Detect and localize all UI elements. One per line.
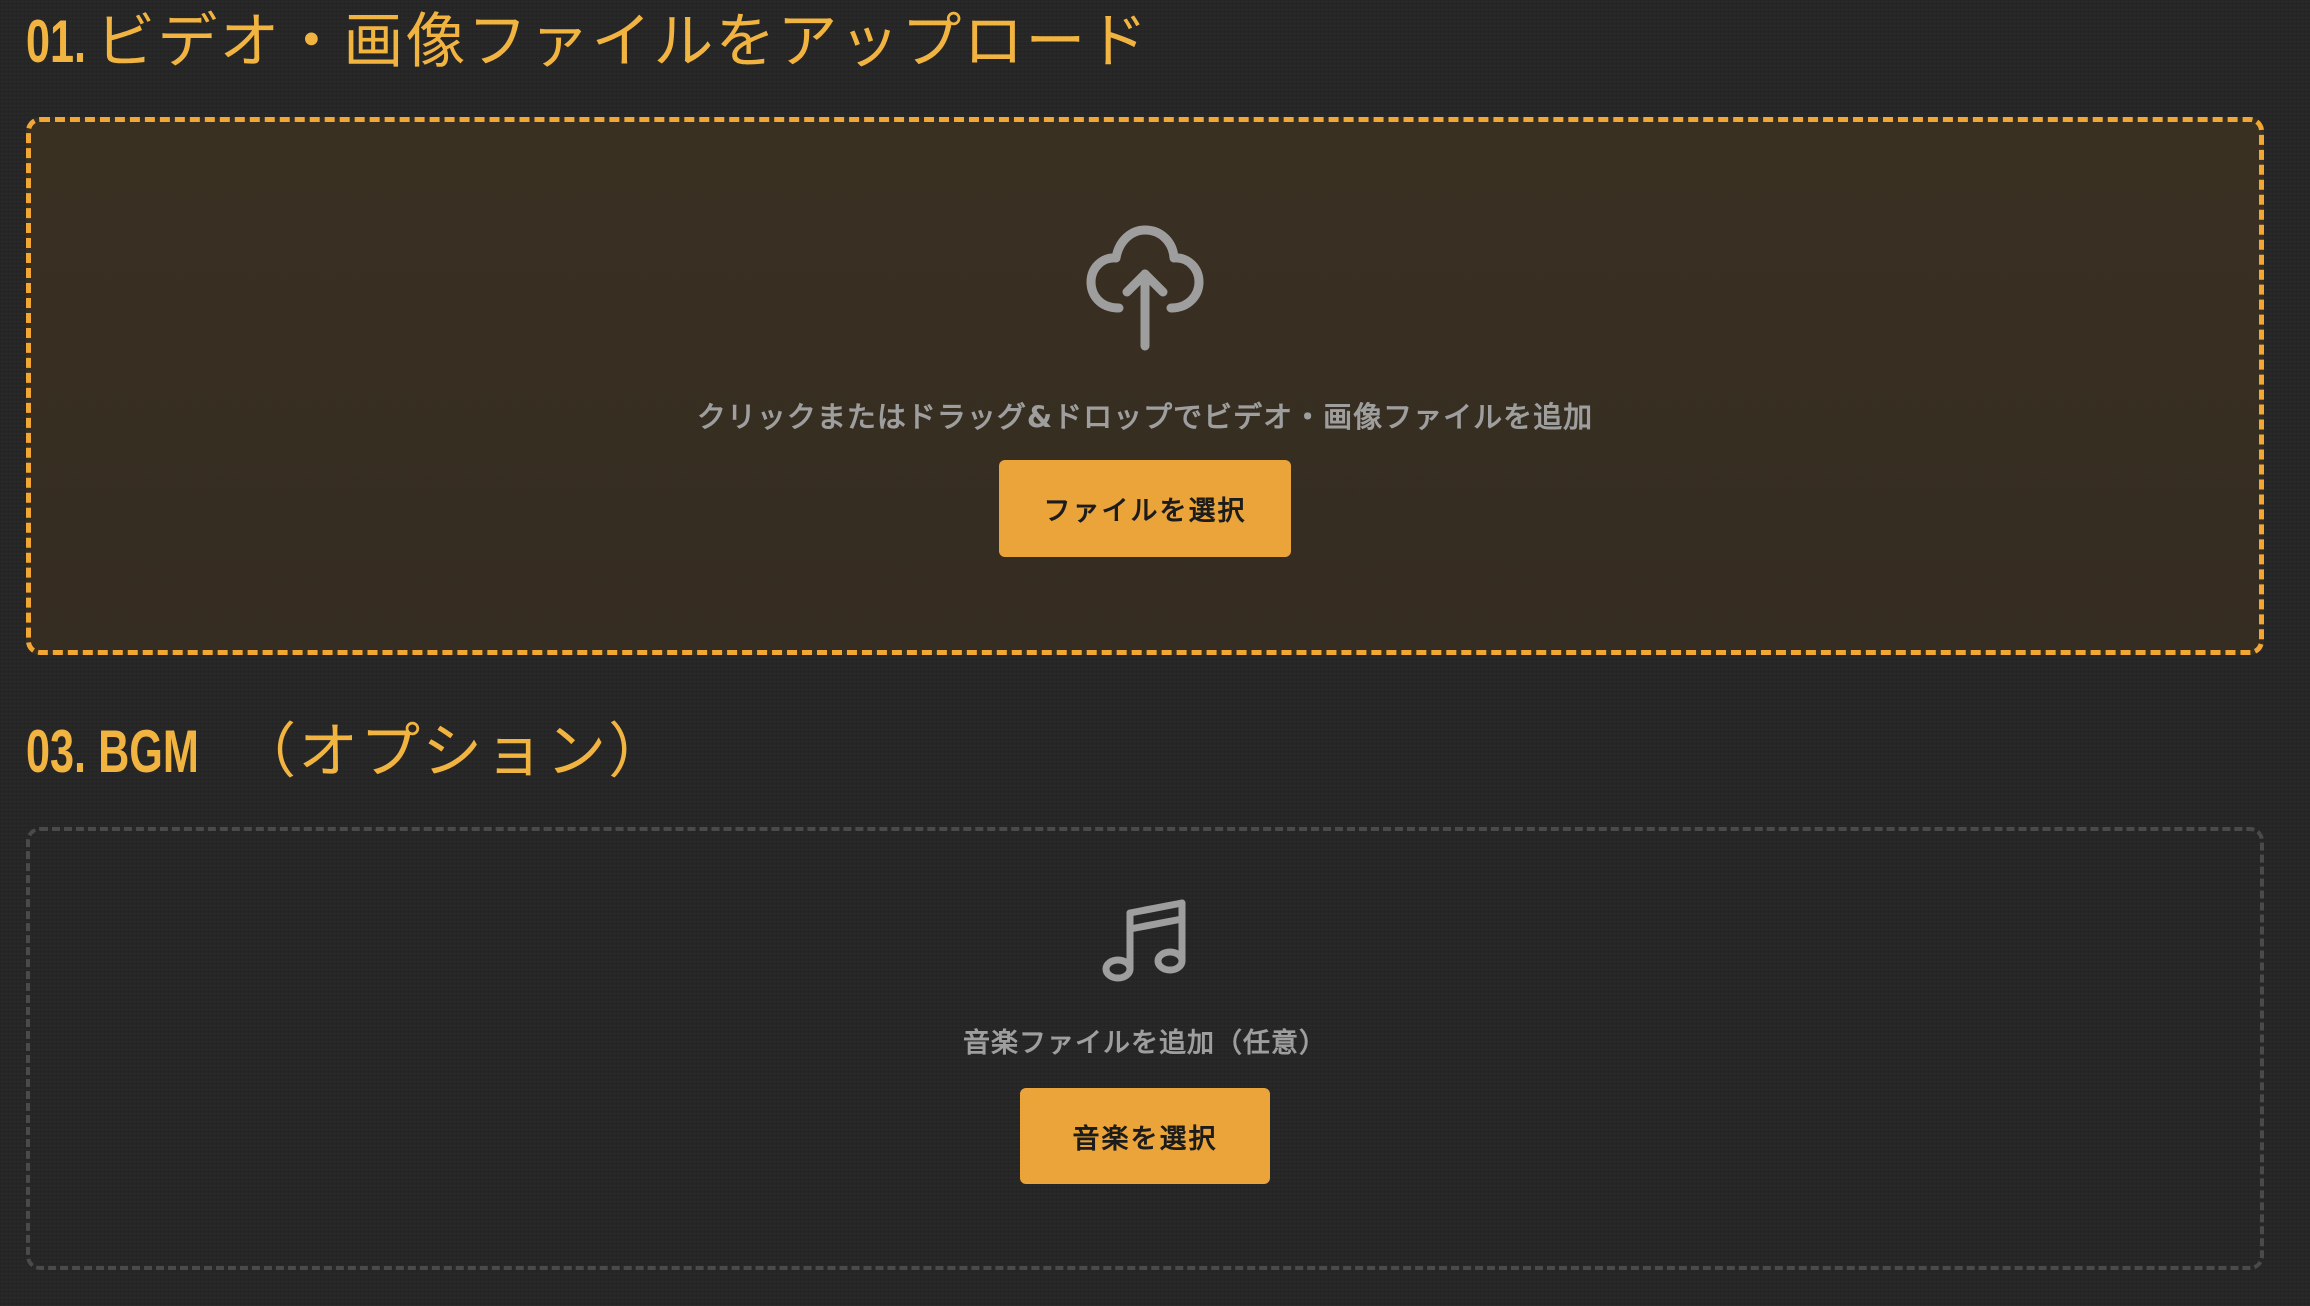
bgm-section-number: 03. BGM [26,712,199,792]
bgm-section-title-text: （オプション） [236,717,671,787]
upload-section-title: 01. ビデオ・画像ファイルをアップロード [26,2,1149,82]
bgm-section-title: 03. BGM （オプション） [26,712,670,792]
bgm-section-prefix: BGM [98,718,199,785]
media-dropzone[interactable]: クリックまたはドラッグ&ドロップでビデオ・画像ファイルを追加 ファイルを選択 [26,117,2264,655]
music-note-icon [1102,899,1186,982]
upload-section-number: 01. [26,8,87,75]
upload-section-title-text: ビデオ・画像ファイルをアップロード [95,7,1150,77]
music-hint-text: 音楽ファイルを追加（任意） [963,1028,1327,1059]
select-file-button[interactable]: ファイルを選択 [999,460,1291,557]
bgm-section-number-value: 03. [26,718,87,785]
select-music-button[interactable]: 音楽を選択 [1020,1088,1270,1184]
music-dropzone[interactable]: 音楽ファイルを追加（任意） 音楽を選択 [26,827,2264,1270]
upload-hint-text: クリックまたはドラッグ&ドロップでビデオ・画像ファイルを追加 [696,400,1594,434]
cloud-upload-icon [1086,225,1204,351]
